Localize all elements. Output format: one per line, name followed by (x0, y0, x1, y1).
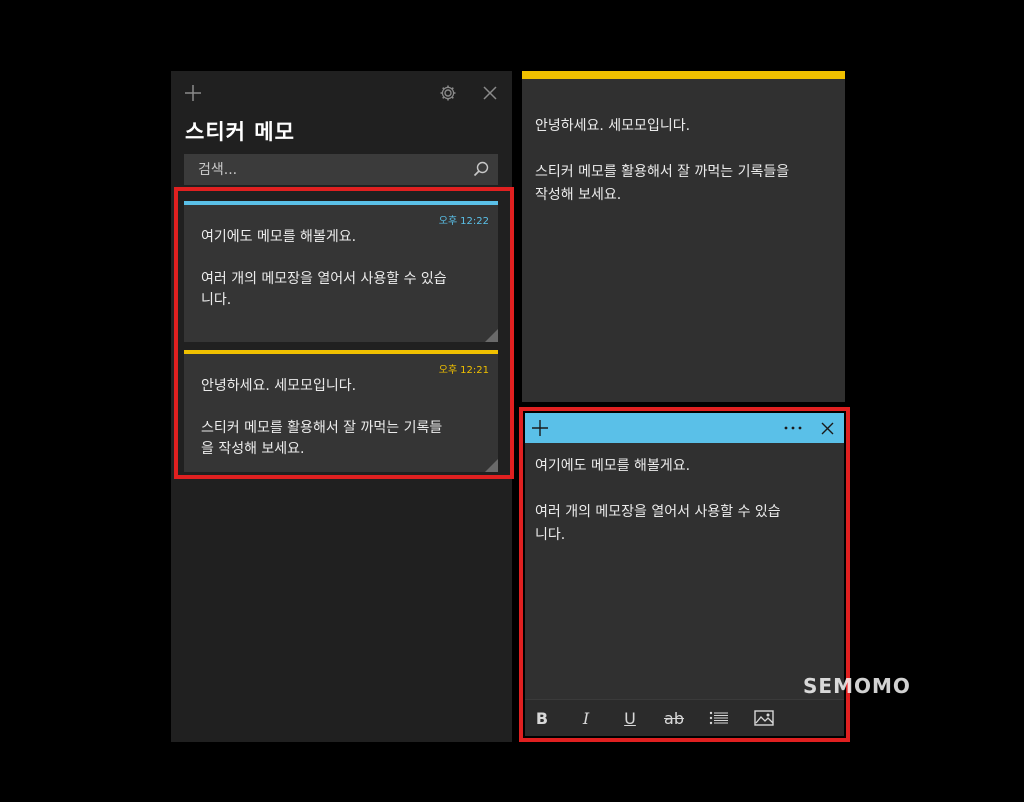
note-preview-text: 여기에도 메모를 해볼게요. 여러 개의 메모장을 열어서 사용할 수 있습 니… (201, 229, 447, 308)
note-card[interactable]: 오후 12:22 여기에도 메모를 해볼게요. 여러 개의 메모장을 열어서 사용… (184, 201, 498, 342)
note-time: 12:21 (460, 365, 489, 376)
sticky-note-yellow: 안녕하세요. 세모모입니다. 스티커 메모를 활용해서 잘 까먹는 기록들을 작… (522, 71, 845, 402)
note-time-prefix: 오후 (438, 365, 458, 376)
formatting-toolbar: B I U ab (525, 699, 844, 736)
note-timestamp: 오후 12:21 (436, 361, 489, 376)
search-input[interactable] (184, 154, 464, 185)
add-note-button[interactable] (528, 416, 552, 440)
settings-button[interactable] (436, 81, 460, 105)
note-timestamp: 오후 12:22 (436, 212, 489, 227)
add-note-button[interactable] (181, 81, 205, 105)
strikethrough-button[interactable]: ab (659, 700, 689, 736)
page-fold-icon (485, 329, 498, 342)
page-title: 스티커 메모 (185, 120, 295, 144)
search-button[interactable] (472, 160, 490, 178)
search-box (184, 154, 498, 185)
underline-button[interactable]: U (615, 700, 645, 736)
insert-image-button[interactable] (749, 700, 779, 736)
note-text-area[interactable]: 안녕하세요. 세모모입니다. 스티커 메모를 활용해서 잘 까먹는 기록들을 작… (535, 115, 835, 207)
page-fold-icon (485, 459, 498, 472)
note-header (525, 413, 844, 443)
list-icon (709, 711, 728, 725)
close-note-button[interactable] (815, 416, 839, 440)
plus-icon (185, 85, 201, 101)
italic-button[interactable]: I (571, 700, 601, 736)
image-icon (754, 710, 774, 726)
note-time: 12:22 (460, 216, 489, 227)
close-icon (483, 86, 497, 100)
gear-icon (440, 85, 456, 101)
close-icon (821, 422, 833, 434)
notes-list-panel: 스티커 메모 오후12:22 여기에도 메모를 해볼게요. 여러 개의 메모장을… (171, 71, 512, 742)
plus-icon (532, 420, 548, 436)
bold-button[interactable]: B (527, 700, 557, 736)
menu-button[interactable] (781, 416, 805, 440)
more-icon (784, 426, 802, 430)
note-time-prefix: 오후 (438, 216, 458, 227)
bullet-list-button[interactable] (704, 700, 734, 736)
note-text-area[interactable]: 여기에도 메모를 해볼게요. 여러 개의 메모장을 열어서 사용할 수 있습 니… (535, 455, 835, 547)
note-color-bar[interactable] (522, 71, 845, 79)
search-icon (473, 161, 489, 177)
note-preview-text: 안녕하세요. 세모모입니다. 스티커 메모를 활용해서 잘 까먹는 기록들 을 … (201, 378, 443, 457)
close-list-button[interactable] (478, 81, 502, 105)
list-titlebar (171, 71, 512, 115)
watermark: SEMOMO (803, 674, 911, 698)
sticky-note-blue: 여기에도 메모를 해볼게요. 여러 개의 메모장을 열어서 사용할 수 있습 니… (525, 413, 844, 736)
note-card[interactable]: 오후 12:21 안녕하세요. 세모모입니다. 스티커 메모를 활용해서 잘 까먹… (184, 350, 498, 472)
